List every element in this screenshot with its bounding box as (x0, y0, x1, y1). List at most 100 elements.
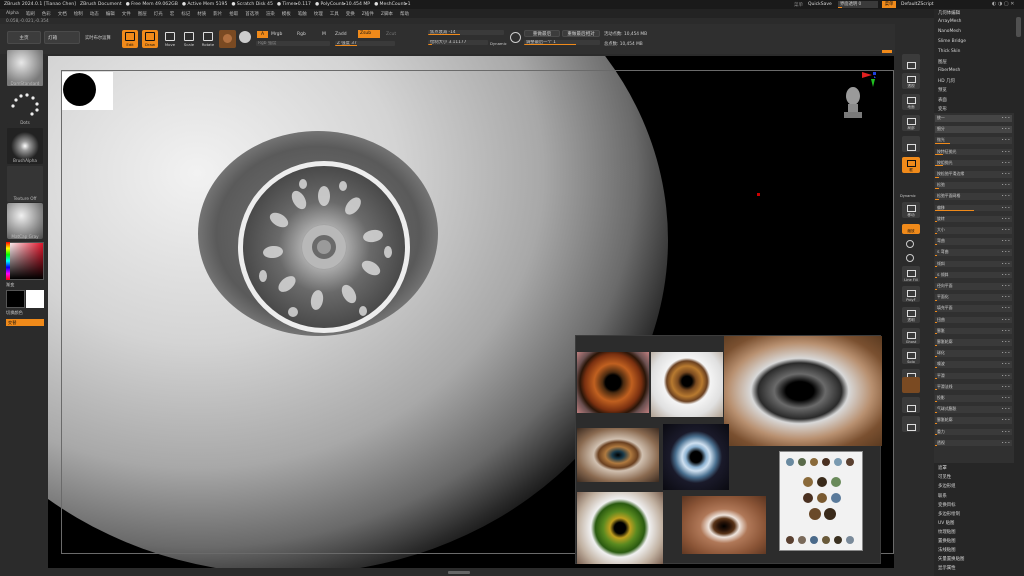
axis-toggle-icon[interactable]: • • • (1002, 429, 1010, 436)
draw-button[interactable]: Draw (142, 30, 158, 48)
palette-item[interactable]: Thick Skin (938, 49, 960, 54)
axis-toggle-icon[interactable]: • • • (1002, 328, 1010, 335)
axis-toggle-icon[interactable]: • • • (1002, 417, 1010, 424)
menu-item[interactable]: 工具 (330, 11, 339, 17)
subpalette-row[interactable]: 偏移 • • • (935, 204, 1012, 212)
subpalette-row[interactable]: 径向平面 • • • (935, 283, 1012, 290)
z-intensity-slider[interactable]: Z 强度 37 (335, 41, 395, 46)
solo-button[interactable]: Solo (902, 348, 920, 364)
subpalette-row[interactable]: 膨胀轮廓 • • • (935, 417, 1012, 424)
palette-item[interactable]: 显示属性 (938, 565, 956, 571)
menu-item[interactable]: 纹理 (314, 11, 323, 17)
polyf-button[interactable]: PolyF (902, 286, 920, 302)
palette-item[interactable]: 表面 (938, 97, 947, 103)
transparency-slider[interactable]: 界面透明 0 (838, 1, 878, 8)
subpalette-row[interactable]: S 弯曲 • • • (935, 249, 1012, 256)
subpalette-row[interactable]: 气球式膨胀 • • • (935, 406, 1012, 413)
menu-item[interactable]: 灯光 (154, 11, 163, 17)
menus-button[interactable]: 菜单 (882, 1, 896, 8)
dynamic-button[interactable]: Dynamic (490, 41, 507, 46)
floor-button[interactable]: 地面 (902, 94, 920, 110)
color-ball-icon[interactable] (239, 31, 251, 43)
line-fill-button[interactable]: Line Fill (902, 266, 920, 282)
focal-shift-slider[interactable]: 焦点衰减 -14 (428, 30, 504, 35)
subpalette-row[interactable]: 透视 • • • (935, 439, 1012, 447)
subpalette-row[interactable]: 倾斜 • • • (935, 260, 1012, 268)
menu-item[interactable]: Z插件 (362, 11, 374, 17)
axis-toggle-icon[interactable]: • • • (1002, 249, 1010, 256)
axis-toggle-icon[interactable]: • • • (1002, 205, 1010, 212)
axis-toggle-icon[interactable]: • • • (1002, 294, 1010, 301)
subpalette-row[interactable]: S 倾斜 • • • (935, 271, 1012, 279)
menu-item[interactable]: 标记 (181, 11, 190, 17)
subpalette-row[interactable]: 膨胀轮廓 • • • (935, 339, 1012, 346)
bpr-button[interactable] (902, 54, 920, 70)
rotate-view-icon-2[interactable] (906, 254, 914, 262)
palette-item[interactable]: 几何体编辑 (938, 10, 960, 16)
edit-button[interactable]: Edit (122, 30, 138, 48)
palette-item[interactable]: 变形 (938, 106, 947, 112)
axis-toggle-icon[interactable]: • • • (1002, 126, 1010, 133)
subpalette-row[interactable]: 平滑法线 • • • (935, 383, 1012, 391)
menu-item[interactable]: 绘制 (74, 11, 83, 17)
menu-item[interactable]: Alpha (6, 11, 19, 16)
palette-item[interactable]: NanoMesh (938, 29, 961, 34)
axis-toggle-icon[interactable]: • • • (1002, 361, 1010, 368)
menu-item[interactable]: 文件 (122, 11, 131, 17)
draw-size-slider[interactable]: 绘制大小 3.11177 (428, 40, 488, 45)
subpalette-row[interactable]: 按松弛平滑边缘 • • • (935, 171, 1012, 178)
home-button[interactable]: 主页 (7, 31, 41, 44)
axis-toggle-icon[interactable]: • • • (1002, 373, 1010, 380)
rotate-view-icon[interactable] (906, 240, 914, 248)
menu-item[interactable]: 文档 (58, 11, 67, 17)
palette-item[interactable]: 法线贴图 (938, 547, 956, 553)
a-toggle[interactable]: A (257, 31, 268, 38)
switch-color-button[interactable]: 切换颜色 (6, 310, 23, 316)
axis-toggle-icon[interactable]: • • • (1002, 137, 1010, 144)
axis-toggle-icon[interactable]: • • • (1002, 238, 1010, 245)
palette-item[interactable]: ArrayMesh (938, 19, 961, 24)
axis-toggle-icon[interactable]: • • • (1002, 160, 1010, 167)
subpalette-row[interactable]: 松弛 • • • (935, 182, 1012, 189)
subpalette-row[interactable]: 膨胀 • • • (935, 327, 1012, 335)
rgb-intensity-slider[interactable]: Rgb 强度 (256, 41, 330, 46)
menu-item[interactable]: 首选项 (245, 11, 259, 17)
palette-item[interactable]: UV 贴图 (938, 520, 954, 526)
subpalette-row[interactable]: 松弛平面网格 • • • (935, 193, 1012, 200)
subpalette-row[interactable]: 平滑 • • • (935, 372, 1012, 380)
axis-toggle-icon[interactable]: • • • (1002, 261, 1010, 268)
menu-item[interactable]: 渲染 (266, 11, 275, 17)
palette-item[interactable]: 预览 (938, 87, 947, 93)
alternate-button[interactable]: 交替 (6, 319, 44, 326)
subpalette-row[interactable]: 填充平面 • • • (935, 305, 1012, 312)
dynamic-label[interactable]: Dynamic (900, 194, 916, 198)
mrgb-button[interactable]: Mrgb (271, 32, 282, 37)
persp-button[interactable]: 透视 (902, 73, 920, 89)
move-view-button[interactable]: 移动 (902, 202, 920, 218)
redo-last-relative-button[interactable]: 重做最后相对 (562, 30, 600, 37)
zsub-button[interactable]: Zsub (358, 30, 380, 38)
scale-button[interactable]: Scale (181, 30, 197, 48)
zadd-button[interactable]: Zadd (335, 32, 347, 37)
menu-item[interactable]: 编辑 (106, 11, 115, 17)
reference-board[interactable] (575, 335, 882, 564)
axis-toggle-icon[interactable]: • • • (1002, 182, 1010, 189)
menu-item[interactable]: 宏 (170, 11, 175, 17)
menu-item[interactable]: 色彩 (42, 11, 51, 17)
axis-toggle-icon[interactable]: • • • (1002, 406, 1010, 413)
axis-toggle-icon[interactable]: • • • (1002, 193, 1010, 200)
axis-toggle-icon[interactable]: • • • (1002, 384, 1010, 391)
material-swatch[interactable] (219, 30, 236, 48)
palette-scrollbar[interactable] (1016, 17, 1021, 37)
live-boolean-button[interactable]: 实时布尔运算 (85, 35, 111, 41)
eye-green[interactable] (577, 492, 663, 564)
eye-hazel[interactable] (651, 352, 723, 417)
eye-reference-sheet[interactable] (779, 451, 863, 551)
menu-item[interactable]: 帮助 (400, 11, 409, 17)
eye-face-brown[interactable] (682, 496, 766, 554)
axis-toggle-icon[interactable]: • • • (1002, 350, 1010, 357)
axis-toggle-icon[interactable]: • • • (1002, 171, 1010, 178)
menu-item[interactable]: 拾取 (229, 11, 238, 17)
palette-item[interactable]: Slime Bridge (938, 39, 966, 44)
move-button[interactable]: Move (162, 30, 178, 48)
